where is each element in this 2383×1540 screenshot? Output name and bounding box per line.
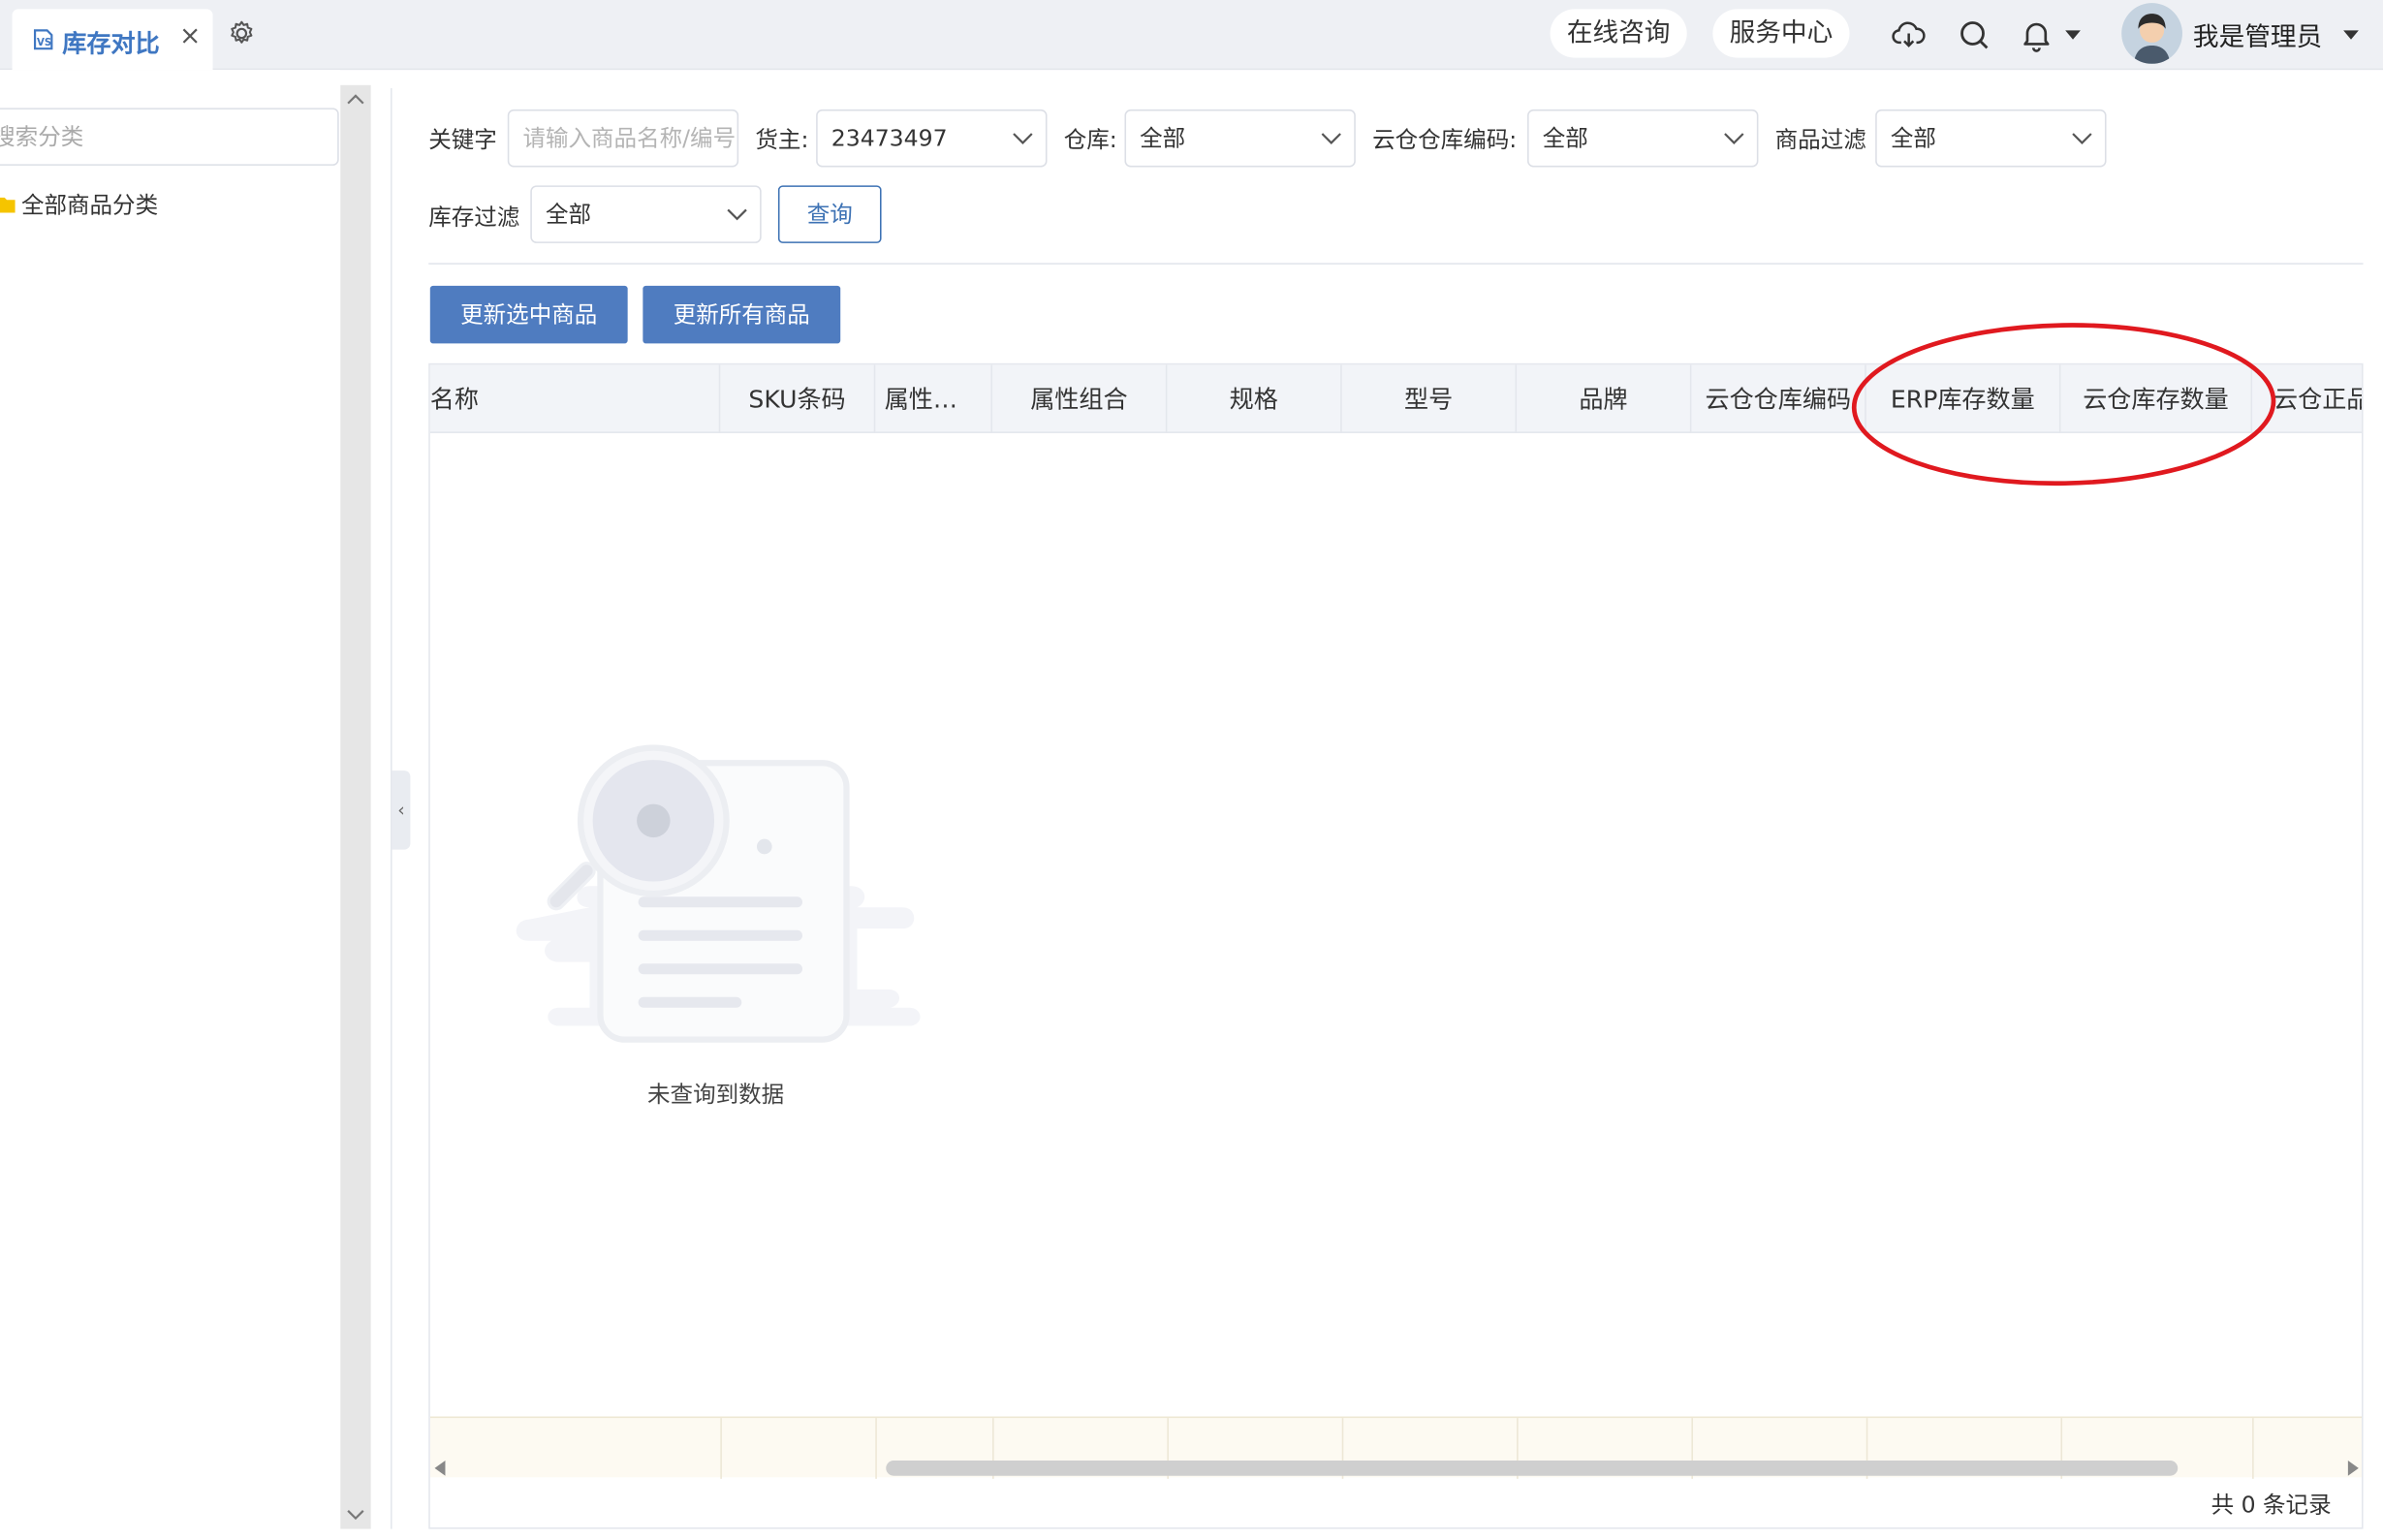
highlight-circle-annotation xyxy=(1851,323,2276,487)
summary-divider xyxy=(2252,1418,2254,1479)
avatar[interactable] xyxy=(2121,3,2182,64)
vs-logo-icon: VS xyxy=(33,29,53,50)
horizontal-scrollbar[interactable] xyxy=(886,1461,2179,1476)
close-icon[interactable]: × xyxy=(179,21,201,51)
empty-state-text: 未查询到数据 xyxy=(647,1080,785,1109)
chevron-down-icon xyxy=(2072,133,2092,144)
category-item-all[interactable]: 全部商品分类 xyxy=(21,188,158,220)
user-name[interactable]: 我是管理员 xyxy=(2193,16,2322,53)
chevron-down-icon[interactable] xyxy=(2065,30,2081,40)
stock-filter-select[interactable]: 全部 xyxy=(530,185,762,243)
column-header-sku[interactable]: SKU条码 xyxy=(720,364,876,433)
chevron-down-icon xyxy=(1013,133,1033,144)
scroll-left-icon[interactable] xyxy=(434,1461,446,1476)
stock-filter-value: 全部 xyxy=(545,201,592,229)
tab-title: 库存对比 xyxy=(62,28,160,58)
warehouse-label: 仓库: xyxy=(1063,126,1117,154)
product-filter-value: 全部 xyxy=(1890,124,1936,152)
empty-state-illustration xyxy=(516,744,921,1043)
search-icon[interactable] xyxy=(1956,16,1992,53)
query-button[interactable]: 查询 xyxy=(777,185,882,243)
total-records: 共 0 条记录 xyxy=(2211,1491,2332,1519)
update-all-button[interactable]: 更新所有商品 xyxy=(643,285,841,344)
service-center-button[interactable]: 服务中心 xyxy=(1712,9,1850,58)
chevron-down-icon xyxy=(1724,133,1744,144)
column-header-model[interactable]: 型号 xyxy=(1342,364,1518,433)
update-selected-button[interactable]: 更新选中商品 xyxy=(429,285,628,344)
owner-value: 23473497 xyxy=(831,124,948,152)
scroll-down-icon[interactable] xyxy=(347,1509,365,1522)
category-scrollbar[interactable] xyxy=(340,84,371,1529)
owner-label: 货主: xyxy=(755,126,809,154)
column-header-spec[interactable]: 规格 xyxy=(1167,364,1342,433)
keyword-input[interactable]: 请输入商品名称/编号 xyxy=(507,109,739,168)
warehouse-select[interactable]: 全部 xyxy=(1124,109,1356,168)
warehouse-value: 全部 xyxy=(1140,124,1186,152)
column-header-attribute-combo[interactable]: 属性组合 xyxy=(992,364,1168,433)
column-header-brand[interactable]: 品牌 xyxy=(1517,364,1692,433)
collapse-panel-button[interactable]: ‹ xyxy=(392,770,411,850)
cloud-code-label: 云仓仓库编码: xyxy=(1372,126,1518,154)
column-header-cloud-warehouse-code[interactable]: 云仓仓库编码 xyxy=(1691,364,1866,433)
scroll-right-icon[interactable] xyxy=(2347,1461,2359,1476)
stock-filter-label: 库存过滤 xyxy=(428,204,520,232)
gear-icon[interactable] xyxy=(227,18,257,48)
cloud-download-icon[interactable] xyxy=(1891,16,1928,53)
chevron-down-icon xyxy=(727,208,747,221)
summary-divider xyxy=(875,1418,877,1479)
online-consult-button[interactable]: 在线咨询 xyxy=(1550,9,1687,58)
scroll-up-icon[interactable] xyxy=(347,93,365,106)
cloud-code-value: 全部 xyxy=(1542,124,1588,152)
keyword-label: 关键字 xyxy=(428,126,497,154)
product-filter-select[interactable]: 全部 xyxy=(1875,109,2107,168)
folder-icon xyxy=(0,197,16,213)
column-header-attribute[interactable]: 属性… xyxy=(875,364,993,433)
chevron-down-icon xyxy=(1321,133,1341,144)
owner-select[interactable]: 23473497 xyxy=(816,109,1048,168)
cloud-code-select[interactable]: 全部 xyxy=(1527,109,1759,168)
top-bar: VS 库存对比 × 在线咨询 服务中心 我是管理员 xyxy=(0,0,2383,71)
category-panel: 搜索分类 全部商品分类 xyxy=(0,70,341,1540)
category-search-input[interactable]: 搜索分类 xyxy=(0,108,339,166)
tab-inventory-compare[interactable]: VS 库存对比 × xyxy=(12,9,213,71)
column-header-name[interactable]: 名称 xyxy=(430,364,721,433)
filter-separator xyxy=(428,263,2364,265)
user-menu-chevron-icon[interactable] xyxy=(2343,30,2359,40)
bell-icon[interactable] xyxy=(2019,16,2055,53)
summary-divider xyxy=(720,1418,722,1479)
inventory-table: 名称 SKU条码 属性… 属性组合 规格 型号 品牌 云仓仓库编码 ERP库存数… xyxy=(428,362,2364,1529)
product-filter-label: 商品过滤 xyxy=(1774,126,1866,154)
svg-text:VS: VS xyxy=(37,38,51,48)
user-avatar-icon xyxy=(2121,3,2182,64)
